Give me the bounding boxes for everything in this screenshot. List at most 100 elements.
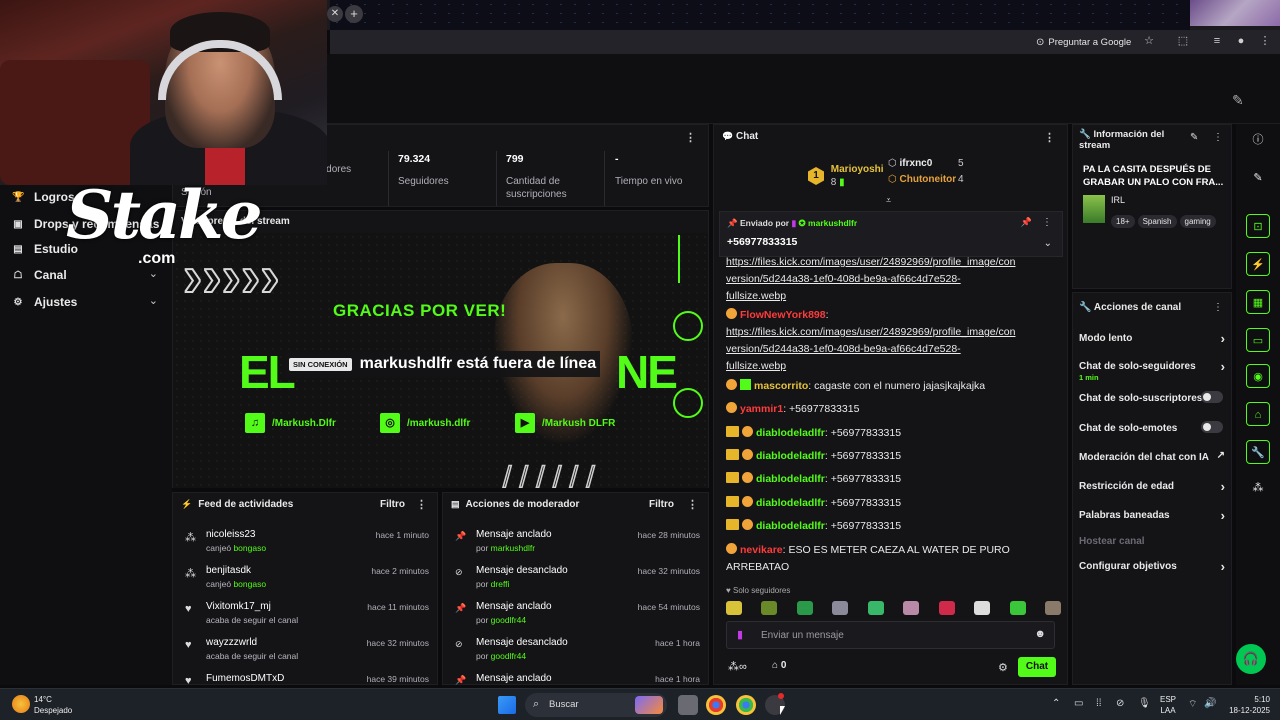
chat-bubble-icon[interactable]: ▭	[1246, 328, 1270, 352]
tray-app-icon[interactable]: ▭	[1074, 698, 1083, 709]
wifi-icon[interactable]: ⌔	[1188, 698, 1197, 711]
sidebar-item-ajustes[interactable]: ⚙ Ajustes	[12, 292, 164, 312]
feed-filter-button[interactable]: Filtro	[380, 499, 405, 510]
chat-send-button[interactable]: Chat	[1018, 657, 1056, 677]
store-icon[interactable]: ⌂	[1246, 402, 1270, 426]
channel-action-item[interactable]: Configurar objetivos ›	[1079, 559, 1225, 574]
chat-username[interactable]: mascorrito	[754, 380, 808, 392]
reading-list-icon[interactable]: ≡	[1210, 34, 1224, 48]
mod-action-row[interactable]: ⊘ Mensaje desanclado por goodlfr44 hace 1 h…	[443, 635, 708, 669]
chat-username[interactable]: diablodeladlfr	[756, 497, 825, 509]
unpin-icon[interactable]: 📌	[1021, 217, 1032, 228]
more-options-icon[interactable]: ⋮	[1044, 131, 1055, 144]
chat-username[interactable]: diablodeladlfr	[756, 450, 825, 462]
points-counter[interactable]: ⌂ 0	[772, 660, 786, 671]
chat-username[interactable]: diablodeladlfr	[756, 427, 825, 439]
more-options-icon[interactable]: ⋮	[1213, 302, 1223, 313]
layout-edit-icon[interactable]: ✎	[1232, 92, 1244, 109]
more-options-icon[interactable]: ⋮	[1213, 132, 1223, 143]
channel-action-item[interactable]: Modo lento ›	[1079, 331, 1225, 346]
chat-message-input[interactable]: ▮ Enviar un mensaje ☻	[726, 621, 1055, 649]
lightning-icon[interactable]: ⚡	[1246, 252, 1270, 276]
top-gifter-1[interactable]: 1 Marioyoshi 8 ▮	[808, 163, 884, 189]
more-options-icon[interactable]: ⋮	[687, 498, 698, 511]
chat-username[interactable]: diablodeladlfr	[756, 520, 825, 532]
info-icon[interactable]: ⓘ	[1246, 128, 1270, 152]
channel-action-item[interactable]: Restricción de edad ›	[1079, 479, 1225, 494]
channel-points-icon[interactable]: ⁂∞	[728, 660, 747, 673]
chrome-profile-icon[interactable]	[736, 695, 756, 715]
emote-item[interactable]	[832, 601, 849, 615]
bookmark-star-icon[interactable]: ☆	[1142, 34, 1156, 48]
ask-google-button[interactable]: ⊙ Preguntar a Google	[1030, 33, 1137, 51]
close-tab-icon[interactable]: ✕	[327, 6, 343, 22]
file-explorer-icon[interactable]	[678, 695, 698, 715]
more-options-icon[interactable]: ⋮	[1042, 217, 1052, 228]
language-indicator[interactable]: ESP LAA	[1160, 694, 1176, 716]
microphone-icon[interactable]: 🎙	[1138, 698, 1151, 709]
sidebar-item-label: Ajustes	[34, 295, 78, 309]
points-icon[interactable]: ⁂	[1246, 476, 1270, 500]
emote-item[interactable]	[867, 601, 884, 615]
emoji-picker-icon[interactable]: ☻	[1034, 628, 1046, 640]
channel-action-item[interactable]: Moderación del chat con IA ↗	[1079, 450, 1225, 463]
more-options-icon[interactable]: ⋮	[685, 131, 696, 144]
weather-widget[interactable]: 14°C Despejado	[34, 694, 72, 716]
top-gifter-2[interactable]: ⬡ ifrxnc0 5	[888, 158, 978, 169]
pinned-message[interactable]: 📌 Enviado por ▮ ✪ markushdlfr +569778333…	[719, 211, 1063, 257]
help-headset-icon[interactable]: 🎧	[1236, 644, 1266, 674]
show-hidden-icons-icon[interactable]: ⌃	[1052, 698, 1060, 709]
broadcast-icon[interactable]: ◉	[1246, 364, 1270, 388]
mod-action-row[interactable]: 📌 Mensaje anclado por goodlfr44 hace 54 min…	[443, 599, 708, 633]
toggle-switch[interactable]	[1201, 421, 1223, 433]
mod-action-row[interactable]: ⊘ Mensaje desanclado por dreffi hace 32 min…	[443, 563, 708, 597]
windows-start-icon[interactable]	[498, 696, 516, 714]
new-tab-icon[interactable]: +	[345, 5, 363, 23]
chrome-icon[interactable]	[706, 695, 726, 715]
volume-icon[interactable]: 🔊	[1204, 698, 1216, 709]
more-options-icon[interactable]: ⋮	[416, 498, 427, 511]
channel-action-item[interactable]: Chat de solo-suscriptores	[1079, 391, 1225, 404]
emote-item[interactable]	[796, 601, 813, 615]
feed-row[interactable]: ♥ wayzzzwrld acaba de seguir el canal hace…	[173, 635, 437, 669]
wrench-icon[interactable]: 🔧	[1246, 440, 1270, 464]
clock[interactable]: 5:10 18-12-2025	[1222, 694, 1270, 716]
browser-menu-icon[interactable]: ⋮	[1258, 34, 1272, 48]
profile-icon[interactable]: ●	[1234, 34, 1248, 48]
channel-action-item[interactable]: Palabras baneadas ›	[1079, 508, 1225, 523]
chevron-down-icon[interactable]: ⌄	[149, 294, 158, 307]
emoji-badge-icon	[726, 402, 737, 414]
emote-item[interactable]	[761, 601, 778, 615]
emote-item[interactable]	[938, 601, 955, 615]
feed-row[interactable]: ♥ Vixitomk17_mj acaba de seguir el canal h…	[173, 599, 437, 633]
mod-action-row[interactable]: 📌 Mensaje anclado por markushdlfr hace 28 m…	[443, 527, 708, 561]
chevron-down-icon[interactable]: ⌄	[1044, 238, 1052, 249]
emote-item[interactable]	[903, 601, 920, 615]
extensions-icon[interactable]: ⬚	[1176, 34, 1190, 48]
taskbar-search[interactable]: ⌕ Buscar	[525, 693, 667, 717]
edit-icon[interactable]: ✎	[1246, 166, 1270, 190]
edit-icon[interactable]: ✎	[1190, 132, 1198, 143]
tray-grid-icon[interactable]: ⁞⁞	[1096, 698, 1102, 709]
top-gifter-3[interactable]: ⬡ Chutoneitor 4	[888, 174, 978, 185]
feed-row[interactable]: ⁂ benjitasdk canjeó bongaso hace 2 minutos	[173, 563, 437, 597]
feed-row[interactable]: ⁂ nicoleiss23 canjeó bongaso hace 1 minuto	[173, 527, 437, 561]
clipboard-icon[interactable]: ▦	[1246, 290, 1270, 314]
emote-item[interactable]	[726, 601, 742, 615]
target-icon[interactable]: ⊡	[1246, 214, 1270, 238]
emote-item[interactable]	[974, 601, 991, 615]
chat-settings-icon[interactable]: ⚙	[998, 661, 1008, 674]
chat-username[interactable]: yammir1	[740, 403, 783, 415]
toggle-switch[interactable]	[1201, 391, 1223, 403]
mod-action-time: hace 32 minutos	[637, 566, 700, 576]
emote-item[interactable]	[1009, 601, 1026, 615]
mod-filter-button[interactable]: Filtro	[649, 499, 674, 510]
channel-action-item[interactable]: Chat de solo-seguidores 1 min ›	[1079, 359, 1225, 382]
collapse-icon[interactable]: ⩡	[886, 195, 891, 206]
network-off-icon[interactable]: ⊘	[1116, 698, 1124, 709]
address-bar[interactable]	[330, 30, 1280, 54]
chat-username[interactable]: diablodeladlfr	[756, 473, 825, 485]
channel-action-item[interactable]: Chat de solo-emotes	[1079, 421, 1225, 434]
emote-item[interactable]	[1044, 601, 1061, 615]
weather-moon-icon[interactable]	[12, 695, 30, 713]
